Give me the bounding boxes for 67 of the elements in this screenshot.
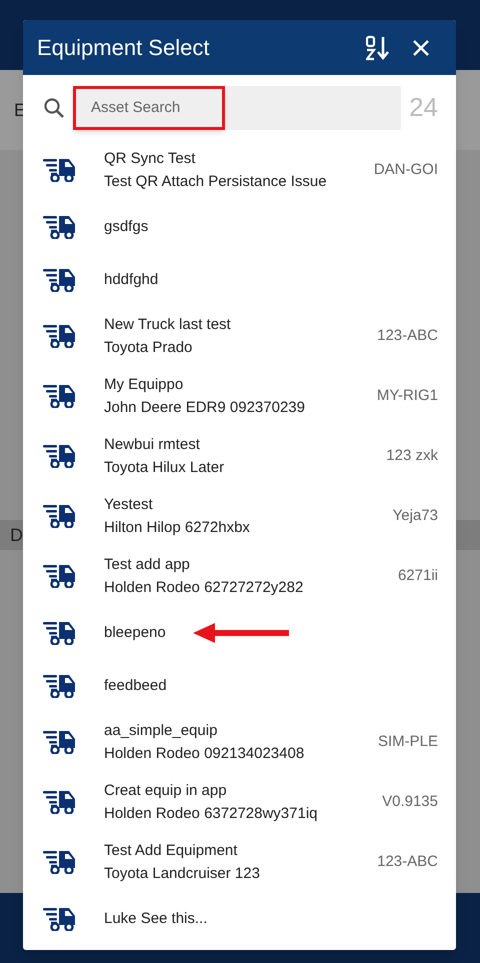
equipment-name: hddfghd (104, 270, 160, 288)
equipment-code: 123-ABC (377, 326, 438, 346)
equipment-model: Test QR Attach Persistance Issue (104, 172, 328, 190)
equipment-name: Creat equip in app (104, 782, 228, 800)
equipment-model: Toyota Prado (104, 338, 194, 356)
equipment-item[interactable]: Test Add Equipment Toyota Landcruiser 123 123-ABC (23, 832, 456, 892)
equipment-item[interactable]: New Truck last test Toyota Prado 123-ABC (23, 306, 456, 366)
truck-icon (43, 674, 77, 698)
equipment-model: Holden Rodeo 62727272y282 (104, 578, 304, 596)
equipment-code: 123-ABC (377, 852, 438, 872)
equipment-name: Test Add Equipment (104, 842, 238, 860)
truck-icon (43, 384, 77, 408)
equipment-item[interactable]: Creat equip in app Holden Rodeo 6372728wy371iq V0.9135 (23, 772, 456, 832)
dialog-title: Equipment Select (37, 34, 210, 62)
equipment-item[interactable]: My Equippo John Deere EDR9 092370239 MY-RIG1 (23, 366, 456, 426)
equipment-code: 6271ii (398, 566, 438, 586)
truck-icon (43, 730, 77, 754)
equipment-code: SIM-PLE (378, 732, 438, 752)
close-icon[interactable] (412, 38, 430, 56)
equipment-item[interactable]: Yestest Hilton Hilop 6272hxbx Yeja73 (23, 486, 456, 546)
equipment-name: bleepeno (104, 624, 167, 642)
equipment-model: Holden Rodeo 6372728wy371iq (104, 804, 319, 822)
equipment-model: Holden Rodeo 092134023408 (104, 744, 306, 762)
equipment-code: Yeja73 (392, 506, 438, 526)
equipment-code: DAN-GOI (374, 160, 438, 180)
equipment-name: gsdfgs (104, 218, 150, 236)
equipment-name: aa_simple_equip (104, 722, 218, 740)
truck-icon (43, 324, 77, 348)
equipment-item[interactable]: gsdfgs (23, 200, 456, 253)
truck-icon (43, 906, 77, 930)
equipment-name: My Equippo (104, 376, 184, 394)
equipment-item[interactable]: feedbeed (23, 659, 456, 712)
result-count: 24 (409, 91, 438, 124)
sort-icon[interactable] (366, 34, 390, 60)
equipment-model: Toyota Hilux Later (104, 458, 226, 476)
equipment-item[interactable]: Test add app Holden Rodeo 62727272y282 6271ii (23, 546, 456, 606)
background-label: D (10, 524, 23, 546)
equipment-name: Yestest (104, 496, 154, 514)
equipment-model: John Deere EDR9 092370239 (104, 398, 306, 416)
truck-icon (43, 504, 77, 528)
equipment-code: MY-RIG1 (376, 386, 438, 406)
equipment-item[interactable]: QR Sync Test Test QR Attach Persistance Issue DAN-GOI (23, 140, 456, 200)
equipment-code: V0.9135 (382, 792, 438, 812)
search-field[interactable]: Asset Search (73, 86, 402, 130)
equipment-name: QR Sync Test (104, 150, 196, 168)
truck-icon (43, 214, 77, 238)
equipment-item[interactable]: hddfghd (23, 253, 456, 306)
truck-icon (43, 790, 77, 814)
equipment-name: Test add app (104, 556, 191, 574)
truck-icon (43, 564, 77, 588)
equipment-item[interactable]: Newbui rmtest Toyota Hilux Later 123 zxk (23, 426, 456, 486)
equipment-name: New Truck last test (104, 316, 232, 334)
equipment-name: Newbui rmtest (104, 436, 201, 454)
equipment-item[interactable]: aa_simple_equip Holden Rodeo 092134023408 SIM-PLE (23, 712, 456, 772)
search-icon (43, 96, 65, 118)
truck-icon (43, 620, 77, 644)
equipment-item[interactable]: Luke See this... (23, 892, 456, 945)
equipment-item[interactable]: bleepeno (23, 606, 456, 659)
truck-icon (43, 444, 77, 468)
equipment-code: 123 zxk (386, 446, 438, 466)
equipment-model: Hilton Hilop 6272hxbx (104, 518, 251, 536)
truck-icon (43, 158, 77, 182)
equipment-name: feedbeed (104, 676, 168, 694)
truck-icon (43, 268, 77, 292)
equipment-name: Luke See this... (104, 910, 208, 928)
truck-icon (43, 850, 77, 874)
equipment-model: Toyota Landcruiser 123 (104, 864, 261, 882)
